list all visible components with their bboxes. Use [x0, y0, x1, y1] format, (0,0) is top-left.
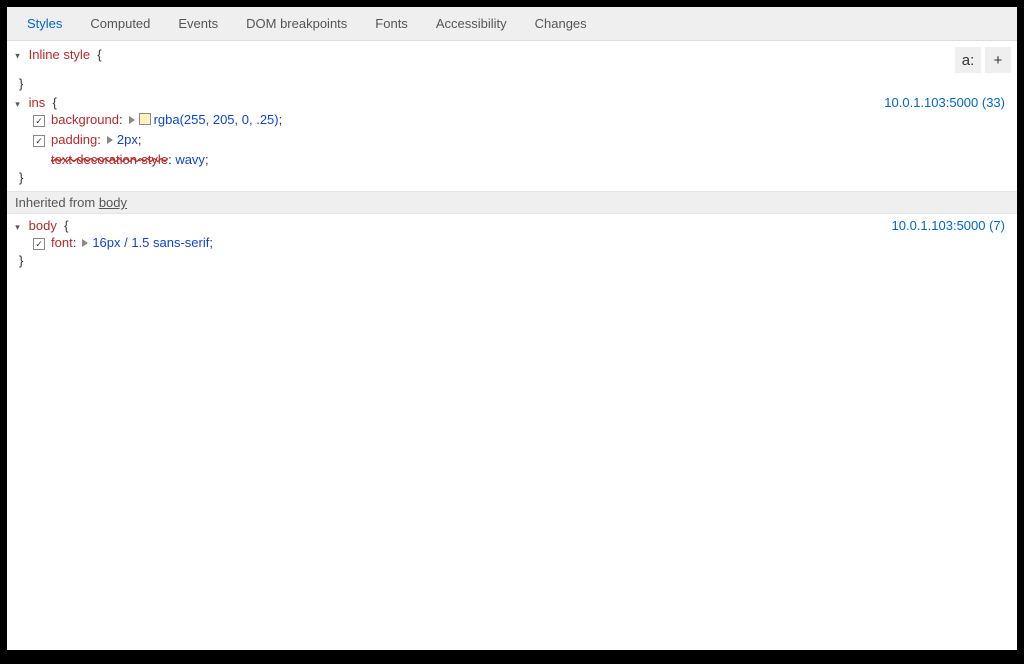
property-name-overridden: text-decoration-style: [51, 150, 168, 170]
open-brace: {: [64, 218, 68, 233]
property-name: background: [51, 110, 119, 130]
open-brace: {: [52, 95, 56, 110]
tab-accessibility[interactable]: Accessibility: [422, 8, 521, 39]
property-name: font: [51, 233, 73, 253]
property-value[interactable]: rgba(255, 205, 0, .25): [154, 110, 279, 130]
source-link[interactable]: 10.0.1.103:5000 (7): [892, 218, 1005, 233]
rule-header[interactable]: ins {: [15, 95, 1009, 110]
declaration-padding[interactable]: padding: 2px;: [15, 130, 1009, 150]
twisty-icon[interactable]: [15, 51, 25, 62]
close-brace: }: [15, 76, 1009, 91]
rules-content: a: + Inline style { } 10.0.1.103:5000 (3…: [7, 41, 1017, 650]
declaration-background[interactable]: background: rgba(255, 205, 0, .25);: [15, 110, 1009, 130]
twisty-icon[interactable]: [15, 99, 25, 110]
property-name: padding: [51, 130, 97, 150]
expand-icon[interactable]: [129, 116, 135, 124]
devtools-panel: Styles Computed Events DOM breakpoints F…: [7, 7, 1017, 650]
tabbar: Styles Computed Events DOM breakpoints F…: [7, 7, 1017, 41]
tab-changes[interactable]: Changes: [521, 8, 601, 39]
property-value[interactable]: 16px / 1.5 sans-serif: [92, 233, 209, 253]
rule-header[interactable]: Inline style {: [15, 47, 1009, 62]
source-link[interactable]: 10.0.1.103:5000 (33): [884, 95, 1005, 110]
selector: Inline style: [29, 47, 90, 62]
property-value[interactable]: 2px: [117, 130, 138, 150]
rule-inline: Inline style { }: [15, 47, 1009, 91]
rules-list: Inline style { } 10.0.1.103:5000 (33) in…: [7, 41, 1017, 276]
declaration-font[interactable]: font: 16px / 1.5 sans-serif;: [15, 233, 1009, 253]
inherited-element[interactable]: body: [99, 195, 127, 210]
tab-styles[interactable]: Styles: [13, 8, 76, 39]
close-brace: }: [15, 170, 1009, 185]
color-swatch[interactable]: [139, 113, 151, 125]
close-brace: }: [15, 253, 1009, 268]
tab-events[interactable]: Events: [164, 8, 232, 39]
rule-ins: 10.0.1.103:5000 (33) ins { background: r…: [15, 95, 1009, 185]
toggle-checkbox[interactable]: [33, 238, 45, 250]
tab-dom-breakpoints[interactable]: DOM breakpoints: [232, 8, 361, 39]
expand-icon[interactable]: [107, 136, 113, 144]
selector: ins: [29, 95, 46, 110]
open-brace: {: [97, 47, 101, 62]
declaration-text-decoration-style[interactable]: text-decoration-style: wavy;: [15, 150, 1009, 170]
selector: body: [29, 218, 57, 233]
inherited-from-bar: Inherited from body: [7, 191, 1017, 214]
twisty-icon[interactable]: [15, 222, 25, 233]
rule-header[interactable]: body {: [15, 218, 1009, 233]
toggle-checkbox[interactable]: [33, 115, 45, 127]
expand-icon[interactable]: [82, 239, 88, 247]
tab-computed[interactable]: Computed: [76, 8, 164, 39]
toggle-checkbox[interactable]: [33, 135, 45, 147]
property-value[interactable]: wavy: [175, 150, 205, 170]
tab-fonts[interactable]: Fonts: [361, 8, 422, 39]
inherited-label: Inherited from: [15, 195, 99, 210]
rule-body: 10.0.1.103:5000 (7) body { font: 16px / …: [15, 218, 1009, 268]
